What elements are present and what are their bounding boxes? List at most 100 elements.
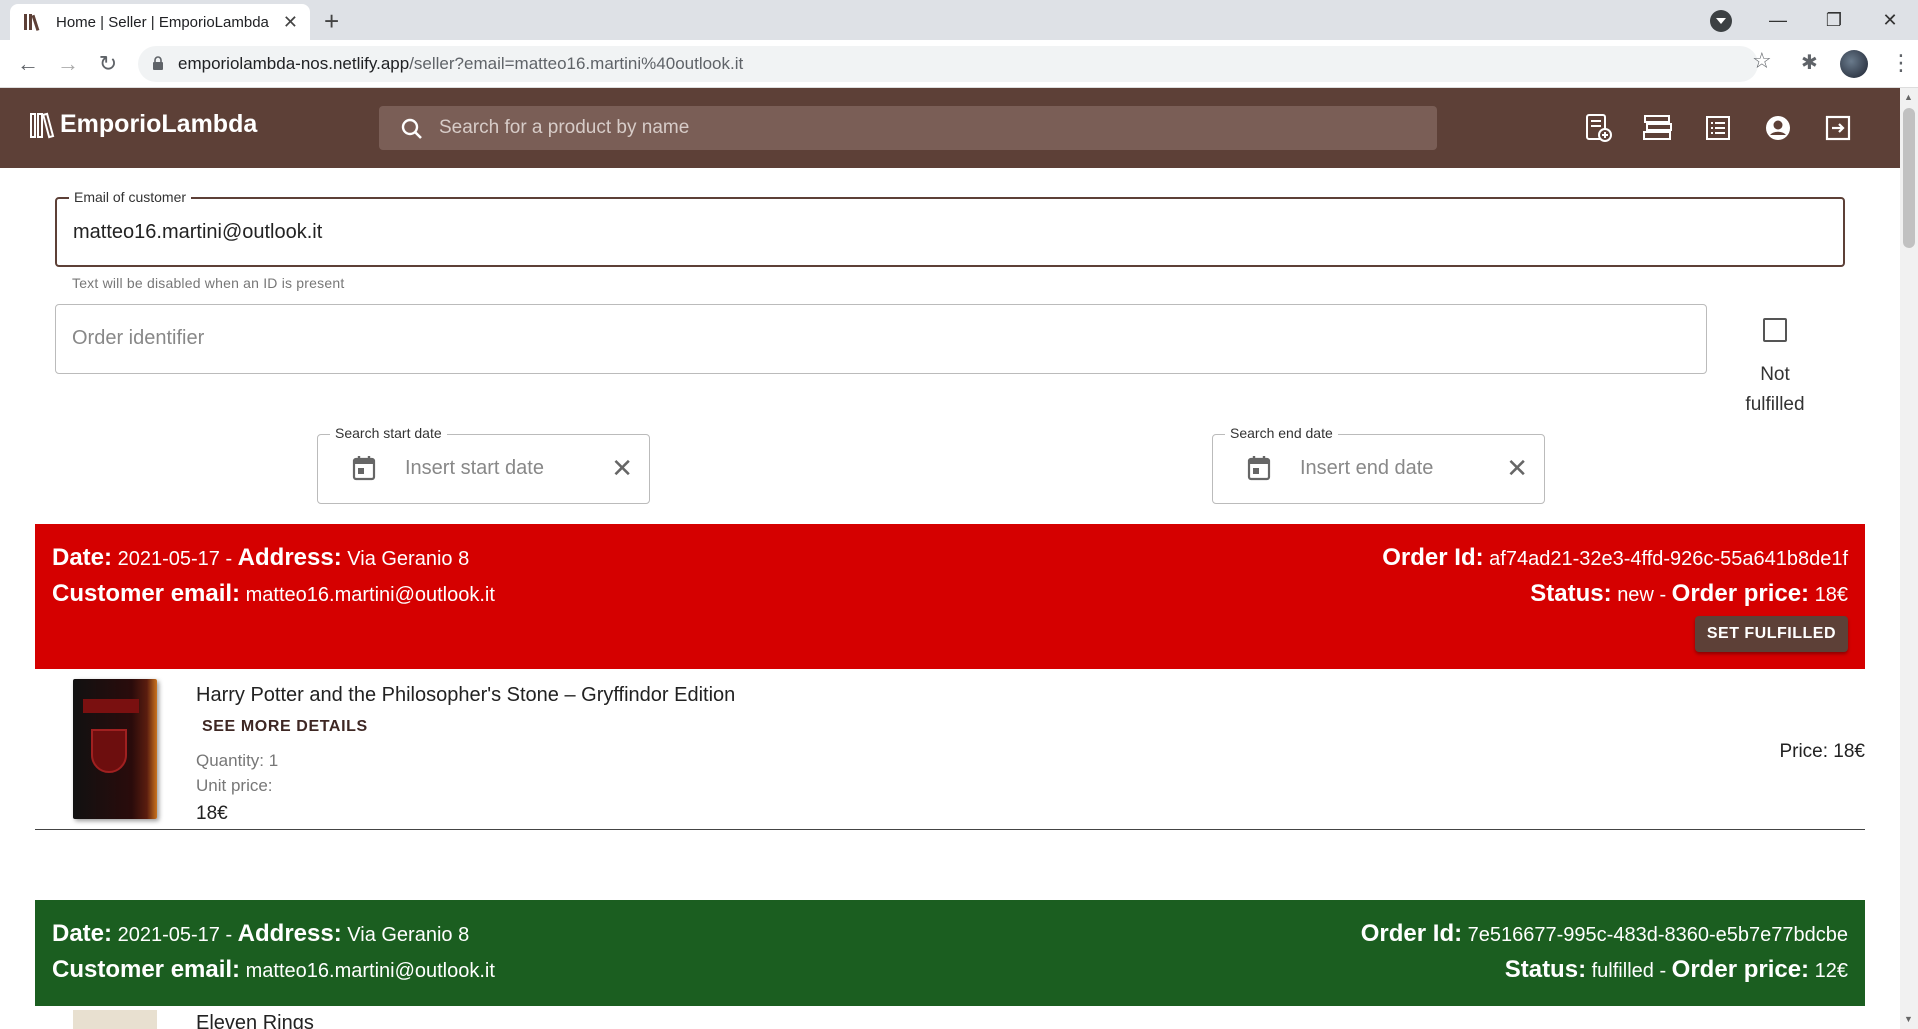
order-date-address: Date: 2021-05-17 - Address: Via Geranio … [52, 920, 470, 947]
page-scrollbar[interactable]: ▲ ▼ [1900, 88, 1918, 1029]
clear-end-date-icon[interactable]: ✕ [1506, 453, 1528, 484]
address-label: Address: [237, 544, 342, 571]
order-date: 2021-05-17 [117, 548, 220, 570]
order-status-line: Status: fulfilled - Order price: 12€ [1504, 956, 1848, 983]
url-host: emporiolambda-nos.netlify.app [178, 54, 410, 73]
profile-avatar[interactable] [1840, 50, 1868, 78]
order-id-placeholder: Order identifier [72, 327, 205, 349]
add-product-icon[interactable] [1582, 112, 1614, 144]
close-tab-icon[interactable]: ✕ [283, 12, 298, 33]
reload-icon[interactable]: ↻ [92, 48, 124, 80]
start-date-field[interactable]: Search start date Insert start date ✕ [317, 425, 650, 504]
customer-email-field[interactable]: Email of customer matteo16.martini@outlo… [55, 189, 1845, 267]
url-path: /seller?email=matteo16.martini%40outlook… [409, 54, 744, 73]
logout-icon[interactable] [1822, 112, 1854, 144]
tab-title: Home | Seller | EmporioLambda [56, 13, 269, 31]
scroll-down-icon[interactable]: ▼ [1904, 1014, 1913, 1024]
order-id-line: Order Id: 7e516677-995c-483d-8360-e5b7e7… [1361, 920, 1848, 948]
email-field-value: matteo16.martini@outlook.it [73, 221, 323, 243]
address-label: Address: [237, 920, 342, 947]
status-value: fulfilled [1591, 960, 1654, 982]
not-fulfilled-checkbox[interactable] [1763, 318, 1787, 342]
item-quantity: Quantity: 1 [196, 751, 279, 770]
browser-menu-icon[interactable]: ⋮ [1890, 50, 1912, 76]
bookmark-star-icon[interactable]: ☆ [1752, 48, 1772, 74]
restore-icon[interactable]: ❐ [1806, 0, 1862, 40]
extensions-icon[interactable]: ✱ [1801, 50, 1818, 75]
end-date-field[interactable]: Search end date Insert end date ✕ [1212, 425, 1545, 504]
end-date-placeholder: Insert end date [1300, 457, 1434, 479]
customer-email-value: matteo16.martini@outlook.it [245, 584, 495, 606]
order-header: Date: 2021-05-17 - Address: Via Geranio … [35, 900, 1865, 1006]
order-price-value: 12€ [1814, 960, 1848, 982]
date-label: Date: [52, 920, 113, 947]
see-more-details-button[interactable]: SEE MORE DETAILS [202, 718, 368, 736]
order-item: Harry Potter and the Philosopher's Stone… [35, 669, 1865, 830]
books-icon [22, 12, 44, 32]
browser-toolbar: ← → ↻ emporiolambda-nos.netlify.app/sell… [0, 40, 1918, 88]
status-label: Status: [1504, 956, 1587, 983]
order-id-label: Order Id: [1382, 544, 1484, 571]
item-price: Price: 18€ [1779, 741, 1865, 762]
order-header: Date: 2021-05-17 - Address: Via Geranio … [35, 524, 1865, 669]
order-price-label: Order price: [1671, 956, 1810, 983]
clear-start-date-icon[interactable]: ✕ [611, 453, 633, 484]
account-icon[interactable] [1762, 112, 1794, 144]
set-fulfilled-button[interactable]: SET FULFILLED [1694, 616, 1848, 652]
order-id-line: Order Id: af74ad21-32e3-4ffd-926c-55a641… [1382, 544, 1848, 572]
calendar-icon[interactable] [1247, 455, 1271, 481]
lock-icon [153, 56, 163, 70]
orders-list-icon[interactable] [1702, 112, 1734, 144]
order-status-line: Status: new - Order price: 18€ [1530, 580, 1848, 607]
order-id-value: af74ad21-32e3-4ffd-926c-55a641b8de1f [1489, 548, 1848, 570]
book-cover-image [73, 679, 157, 819]
browser-tabbar: Home | Seller | EmporioLambda ✕ + — ❐ ✕ [0, 0, 1918, 40]
status-label: Status: [1530, 580, 1612, 607]
minimize-icon[interactable]: — [1750, 0, 1806, 40]
email-field-label: Email of customer [69, 189, 192, 205]
end-date-label: Search end date [1225, 425, 1338, 441]
address-bar[interactable]: emporiolambda-nos.netlify.app/seller?ema… [138, 46, 1758, 82]
scroll-thumb[interactable] [1903, 108, 1915, 248]
item-divider [35, 829, 1865, 830]
item-title: Harry Potter and the Philosopher's Stone… [196, 684, 736, 706]
order-customer-email: Customer email: matteo16.martini@outlook… [52, 580, 495, 608]
order-address: Via Geranio 8 [347, 924, 470, 946]
order-id-value: 7e516677-995c-483d-8360-e5b7e77bdcbe [1467, 924, 1848, 946]
app-header: EmporioLambda Search for a product by na… [0, 88, 1900, 168]
search-placeholder: Search for a product by name [439, 117, 690, 138]
start-date-label: Search start date [330, 425, 447, 441]
order-customer-email: Customer email: matteo16.martini@outlook… [52, 956, 495, 984]
email-helper-text: Text will be disabled when an ID is pres… [72, 275, 345, 291]
library-icon [30, 112, 55, 138]
brand-name: EmporioLambda [60, 110, 258, 138]
order-identifier-field[interactable]: Order identifier [55, 304, 1707, 374]
browser-tab[interactable]: Home | Seller | EmporioLambda ✕ [10, 4, 310, 40]
tab-search-icon[interactable] [1710, 10, 1732, 32]
status-value: new [1617, 584, 1654, 606]
unit-price-label: Unit price: [196, 776, 273, 795]
new-tab-icon[interactable]: + [324, 6, 339, 37]
calendar-icon[interactable] [352, 455, 376, 481]
close-window-icon[interactable]: ✕ [1862, 0, 1918, 40]
book-cover-image [73, 1010, 157, 1029]
order-id-label: Order Id: [1360, 920, 1463, 947]
search-icon [401, 118, 422, 139]
brand-logo[interactable]: EmporioLambda [30, 110, 257, 139]
inventory-icon[interactable] [1642, 112, 1674, 144]
scroll-up-icon[interactable]: ▲ [1904, 92, 1913, 102]
not-fulfilled-label[interactable]: Not fulfilled [1730, 360, 1820, 420]
order-price-label: Order price: [1671, 580, 1810, 607]
not-fulfilled-label-line1: Not [1760, 364, 1790, 385]
customer-email-label: Customer email: [52, 956, 241, 983]
order-date: 2021-05-17 [117, 924, 220, 946]
product-search-input[interactable]: Search for a product by name [379, 106, 1437, 150]
forward-icon[interactable]: → [52, 48, 84, 80]
not-fulfilled-label-line2: fulfilled [1745, 394, 1805, 415]
order-price-value: 18€ [1814, 584, 1848, 606]
back-icon[interactable]: ← [12, 48, 44, 80]
order-address: Via Geranio 8 [347, 548, 470, 570]
unit-price-value: 18€ [196, 803, 228, 824]
order-date-address: Date: 2021-05-17 - Address: Via Geranio … [52, 544, 470, 571]
start-date-placeholder: Insert start date [405, 457, 544, 479]
